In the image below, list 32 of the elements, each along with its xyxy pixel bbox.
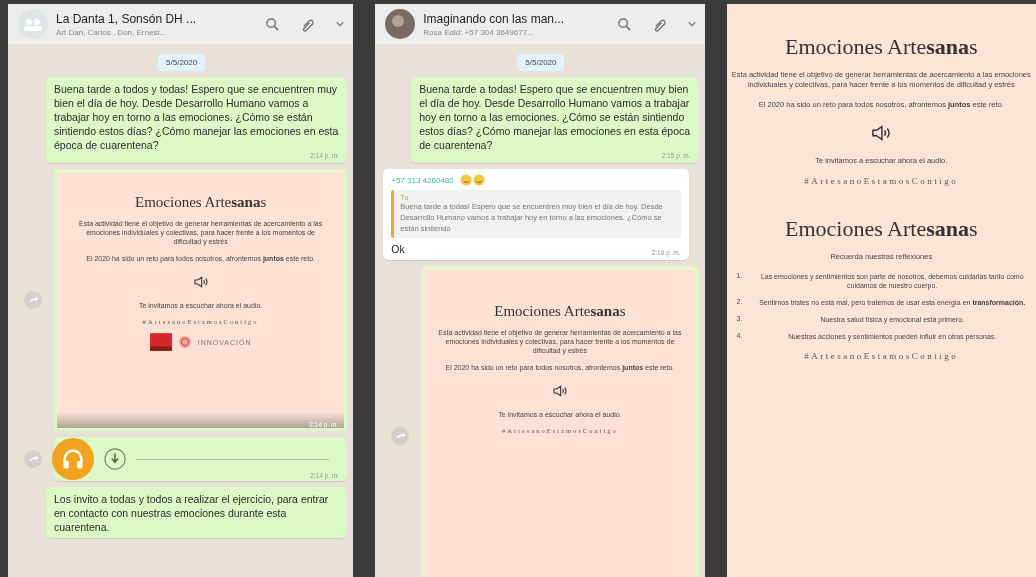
date-chip: 5/5/2020 (517, 54, 565, 71)
poster-title: Emociones Artesanas (494, 303, 626, 320)
message-text: Buena tarde a todos y todas! Espero que se encuentren muy bien el día de hoy. Desde Desarrollo Humano vamos a trabajar hoy en torno a las emociones. ¿Cómo se están sintiendo estos días? ¿Cómo manejar las emociones en esta época de cuarentena? (54, 82, 340, 152)
chat-participants: Rosa Edid: +57 304 3649677... (423, 27, 535, 37)
hashtag: #ArtesanoEstamosContigo (804, 351, 959, 361)
message-text: Los invito a todas y todos a realizar el ejercicio, para entrar en contacto con nuestras emociones durante esta cuarentena. (54, 492, 330, 534)
message-text: Ok (391, 242, 405, 256)
poster-image[interactable] (54, 169, 348, 431)
poster-image[interactable] (421, 266, 699, 577)
speaker-icon (870, 124, 893, 142)
sender-number: +57 313 4260480 (391, 175, 454, 185)
chat-title: Imaginando con las man... (423, 11, 565, 26)
chat-title: La Danta 1, Sonsón DH ... (56, 11, 198, 26)
search-icon[interactable] (265, 16, 281, 32)
headphones-icon[interactable] (52, 438, 94, 480)
search-icon[interactable] (616, 16, 632, 32)
download-icon[interactable] (104, 448, 126, 470)
message-text: Buena tarde a todas! Espero que se encuentren muy bien el día de hoy. Desde Desarrollo Humano vamos a trabajar hoy en torno a las emociones. ¿Cómo se están sintiendo estos días? ¿Cómo manejar las emociones en esta época de cuarentena? (419, 82, 691, 152)
date-chip: 5/5/2020 (158, 54, 206, 71)
chat-participants: Art Dan, Carlos , Don, Ernest... (56, 27, 168, 37)
speaker-icon (192, 275, 209, 289)
chevron-icon[interactable] (335, 20, 346, 28)
logo-icon (149, 333, 172, 351)
poster-title: Emociones Artesanas (785, 34, 978, 60)
hashtag: #ArtesanoEstamosContigo (804, 176, 959, 186)
poster-title: Emociones Artesanas (135, 194, 267, 211)
speaker-icon (551, 384, 568, 398)
circle-logo-icon (177, 335, 192, 349)
group-avatar-icon[interactable] (385, 9, 416, 39)
poster-title: Emociones Artesanas (785, 216, 978, 242)
chevron-icon[interactable] (686, 20, 697, 28)
smiley-icon (459, 174, 486, 186)
